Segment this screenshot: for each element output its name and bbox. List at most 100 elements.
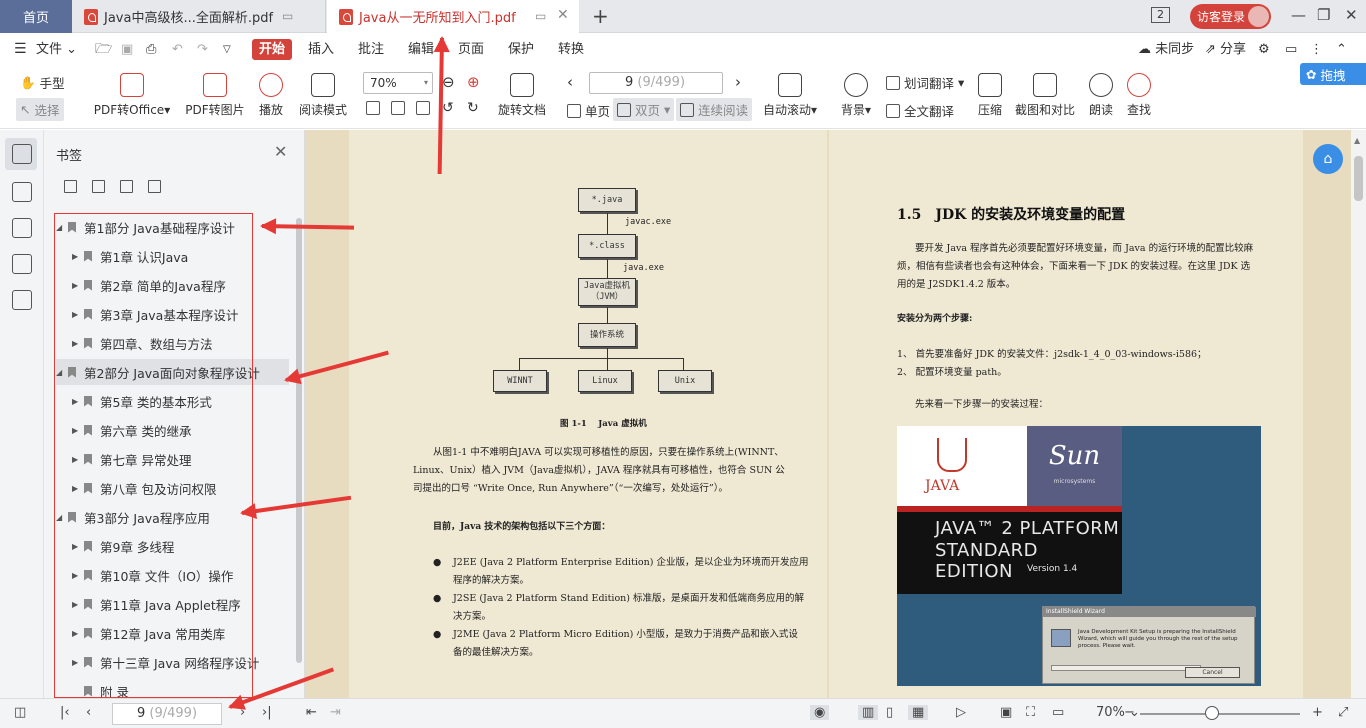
new-tab-icon[interactable]: + [592, 4, 609, 28]
screen-icon[interactable]: ▭ [282, 9, 293, 23]
thumbnail-icon[interactable] [12, 182, 32, 202]
tab-document-2[interactable]: Java从一无所知到入门.pdf ▭ ✕ [327, 0, 579, 33]
tab-home[interactable]: 首页 [0, 0, 72, 33]
zoom-out-icon[interactable]: − [1124, 705, 1135, 720]
pdf-to-image-button[interactable]: PDF转图片 [185, 73, 245, 118]
window-count-badge[interactable]: 2 [1151, 7, 1170, 23]
close-window-icon[interactable]: ✕ [1345, 6, 1358, 24]
menu-protect[interactable]: 保护 [508, 39, 534, 60]
signature-icon[interactable] [12, 290, 32, 310]
float-tool-icon[interactable]: ⌂ [1313, 144, 1343, 174]
zoom-slider-handle[interactable] [1205, 706, 1219, 720]
fullscreen-icon[interactable]: ⤢ [1338, 705, 1348, 720]
zoom-select[interactable]: 70% ▾ [363, 72, 433, 94]
open-icon[interactable]: 🗁 [95, 39, 112, 60]
fit-page-icon[interactable]: ⛶ [1026, 705, 1035, 720]
prev-page-icon[interactable]: ‹ [567, 73, 573, 91]
fit-width-icon[interactable] [416, 101, 430, 115]
bookmark-scrollbar[interactable] [296, 218, 302, 663]
zoom-in-icon[interactable]: ⊕ [467, 73, 480, 91]
menu-edit[interactable]: 编辑 [408, 39, 434, 60]
redo-icon[interactable]: ↷ [197, 39, 208, 60]
document-scrollbar[interactable]: ▲ [1351, 130, 1366, 698]
menu-convert[interactable]: 转换 [558, 39, 584, 60]
tab-document-1[interactable]: Java中高级核...全面解析.pdf ▭ [72, 0, 326, 33]
compress-button[interactable]: 压缩 [975, 73, 1005, 118]
last-page-icon[interactable]: ›| [262, 705, 272, 720]
zoom-slider[interactable] [1140, 713, 1300, 715]
page-number-input[interactable]: 9 (9/499) [589, 72, 723, 94]
expand-all-icon[interactable] [64, 180, 77, 193]
continuous-read-button[interactable]: 连续阅读 [676, 98, 753, 121]
play-icon[interactable]: ▷ [956, 705, 966, 720]
scroll-thumb[interactable] [1354, 156, 1363, 201]
rotate-right-icon[interactable]: ↻ [467, 100, 479, 116]
status-page-input[interactable]: 9 (9/499) [112, 703, 222, 725]
add-bookmark-icon[interactable] [120, 180, 133, 193]
comment-panel-icon[interactable] [12, 218, 32, 238]
first-page-icon[interactable]: |‹ [60, 705, 70, 720]
read-mode-button[interactable]: 阅读模式 [298, 73, 348, 118]
share-button[interactable]: ⇗ 分享 [1205, 39, 1246, 60]
more-dropdown-icon[interactable]: ▽ [223, 39, 231, 60]
hamburger-icon[interactable]: ☰ [14, 39, 27, 60]
full-translate-button[interactable]: 全文翻译 [886, 101, 954, 120]
settings-icon[interactable]: ⚙ [1258, 39, 1270, 60]
background-button[interactable]: 背景▾ [838, 73, 874, 118]
close-panel-icon[interactable]: ✕ [274, 142, 287, 161]
tab-document-1-label: Java中高级核...全面解析.pdf [104, 11, 274, 26]
undo-icon[interactable]: ↶ [172, 39, 183, 60]
collapse-icon[interactable]: ⌃ [1336, 39, 1347, 60]
zoom-out-icon[interactable]: ⊖ [442, 73, 455, 91]
find-button[interactable]: 查找 [1124, 73, 1154, 118]
single-page-view-icon[interactable]: ▥ [858, 705, 879, 720]
single-page-button[interactable]: 单页 [567, 101, 610, 120]
drag-side-button[interactable]: ✿ 拖拽 [1300, 63, 1366, 85]
toggle-sidebar-icon[interactable]: ◫ [14, 705, 26, 720]
save-icon[interactable]: ▣ [121, 39, 133, 60]
rotate-document-button[interactable]: 旋转文档 [497, 73, 547, 118]
word-translate-button[interactable]: 划词翻译 ▾ [886, 73, 964, 92]
read-aloud-button[interactable]: 朗读 [1086, 73, 1116, 118]
forward-icon[interactable]: ⇥ [330, 705, 341, 720]
back-icon[interactable]: ⇤ [306, 705, 317, 720]
continuous-view-icon[interactable]: ▦ [908, 705, 929, 720]
minimize-icon[interactable]: — [1291, 6, 1306, 24]
delete-bookmark-icon[interactable] [148, 180, 161, 193]
collapse-all-icon[interactable] [92, 180, 105, 193]
more-icon[interactable]: ⋮ [1310, 39, 1323, 60]
actual-size-icon[interactable]: ▣ [1000, 705, 1012, 720]
prev-page-icon[interactable]: ‹ [86, 705, 91, 720]
sync-button[interactable]: ☁ 未同步 [1138, 39, 1194, 60]
eye-protect-icon[interactable]: ◉ [810, 705, 830, 720]
close-tab-icon[interactable]: ✕ [557, 7, 569, 23]
restore-icon[interactable]: ❐ [1317, 6, 1330, 24]
auto-scroll-button[interactable]: 自动滚动▾ [760, 73, 820, 118]
login-button[interactable]: 访客登录 [1190, 4, 1271, 29]
zoom-in-icon[interactable]: + [1312, 705, 1323, 720]
menu-start[interactable]: 开始 [252, 39, 293, 60]
menu-insert[interactable]: 插入 [308, 39, 334, 60]
attachment-icon[interactable] [12, 254, 32, 274]
double-page-view-icon[interactable]: ▯ [886, 705, 893, 720]
screenshot-compare-button[interactable]: 截图和对比 [1014, 73, 1076, 118]
play-button[interactable]: 播放 [256, 73, 286, 118]
print-icon[interactable]: ⎙ [146, 39, 156, 60]
fit-width-icon[interactable]: ▭ [1052, 705, 1064, 720]
double-page-button[interactable]: 双页 ▾ [613, 98, 675, 121]
actual-size-icon[interactable] [366, 101, 380, 115]
document-view[interactable]: *.java javac.exe *.class java.exe Java虚拟… [305, 130, 1351, 698]
next-page-icon[interactable]: › [735, 73, 741, 91]
hand-tool-button[interactable]: ✋ 手型 [20, 73, 65, 92]
fit-page-icon[interactable] [391, 101, 405, 115]
select-tool-button[interactable]: ↖ 选择 [16, 98, 64, 121]
scroll-up-icon[interactable]: ▲ [1354, 136, 1360, 145]
menu-page[interactable]: 页面 [458, 39, 484, 60]
bookmark-panel-button[interactable] [5, 138, 37, 170]
rotate-left-icon[interactable]: ↺ [442, 100, 454, 116]
menu-file[interactable]: 文件 ⌄ [36, 39, 77, 60]
pdf-to-office-button[interactable]: PDF转Office▾ [92, 73, 172, 118]
menu-annotate[interactable]: 批注 [358, 39, 384, 60]
comment-icon[interactable]: ▭ [1285, 39, 1297, 60]
screen-icon[interactable]: ▭ [535, 9, 546, 23]
